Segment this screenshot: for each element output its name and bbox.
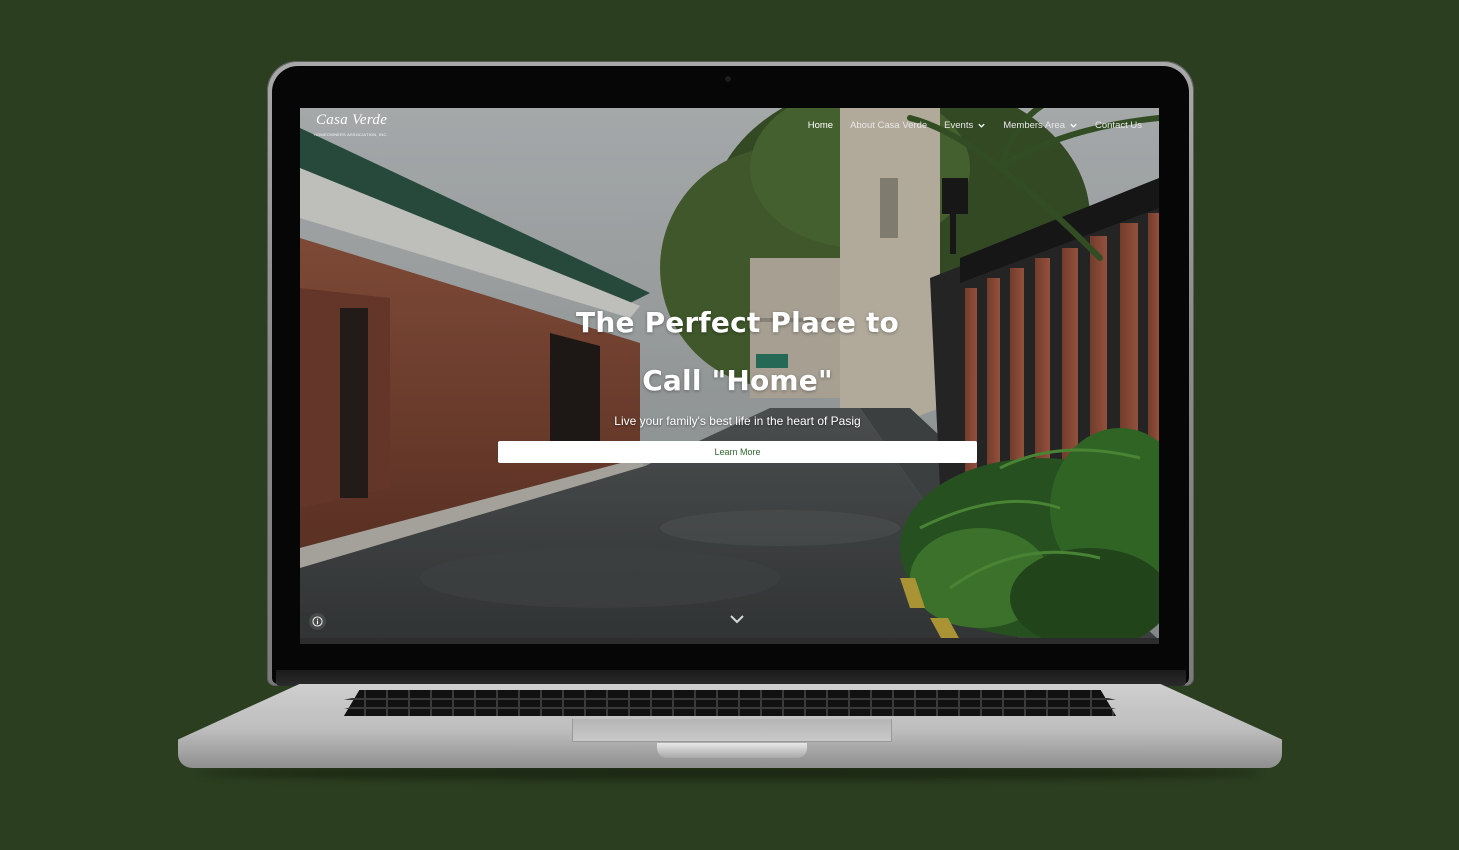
chevron-down-icon bbox=[1070, 123, 1077, 128]
nav-item-label: Home bbox=[807, 120, 834, 131]
laptop-screen: Casa Verde HOMEOWNERS ASSOCIATION, INC. … bbox=[300, 108, 1159, 640]
site-logo[interactable]: Casa Verde HOMEOWNERS ASSOCIATION, INC. bbox=[314, 112, 394, 140]
info-icon[interactable] bbox=[309, 613, 326, 630]
screen-bottom-edge bbox=[300, 638, 1159, 644]
nav-item-label: Contact Us bbox=[1095, 120, 1142, 131]
nav-item-home[interactable]: Home bbox=[808, 120, 833, 131]
nav-item-label: Members Area bbox=[1003, 120, 1065, 131]
logo-title: Casa Verde bbox=[316, 112, 388, 128]
learn-more-button[interactable]: Learn More bbox=[498, 441, 977, 463]
info-icon-glyph bbox=[312, 616, 323, 627]
hero-title-line-2: Call "Home" bbox=[642, 364, 833, 397]
keyboard-row-divider bbox=[344, 707, 1116, 709]
lid-opening-notch bbox=[657, 743, 807, 758]
main-nav: Home About Casa Verde Events Members Are… bbox=[808, 120, 1142, 131]
nav-item-label: Events bbox=[944, 120, 974, 131]
nav-item-label: About Casa Verde bbox=[850, 120, 928, 131]
logo-subtitle: HOMEOWNERS ASSOCIATION, INC. bbox=[314, 132, 388, 137]
hero-title-line-1: The Perfect Place to bbox=[576, 306, 899, 339]
chevron-down-icon[interactable] bbox=[728, 612, 746, 626]
webcam bbox=[725, 76, 731, 82]
hero-subtitle: Live your family's best life in the hear… bbox=[614, 414, 861, 428]
hero-title: The Perfect Place to Call "Home" bbox=[300, 294, 1159, 410]
nav-item-members-area[interactable]: Members Area bbox=[1003, 120, 1078, 131]
keyboard bbox=[344, 690, 1116, 716]
nav-item-contact[interactable]: Contact Us bbox=[1095, 120, 1142, 131]
nav-item-events[interactable]: Events bbox=[944, 120, 986, 131]
laptop-shadow bbox=[200, 766, 1260, 780]
keyboard-row-divider bbox=[344, 698, 1116, 700]
laptop-hinge bbox=[276, 670, 1186, 686]
nav-item-about[interactable]: About Casa Verde bbox=[850, 120, 927, 131]
chevron-down-icon bbox=[978, 123, 985, 128]
trackpad bbox=[572, 719, 892, 742]
